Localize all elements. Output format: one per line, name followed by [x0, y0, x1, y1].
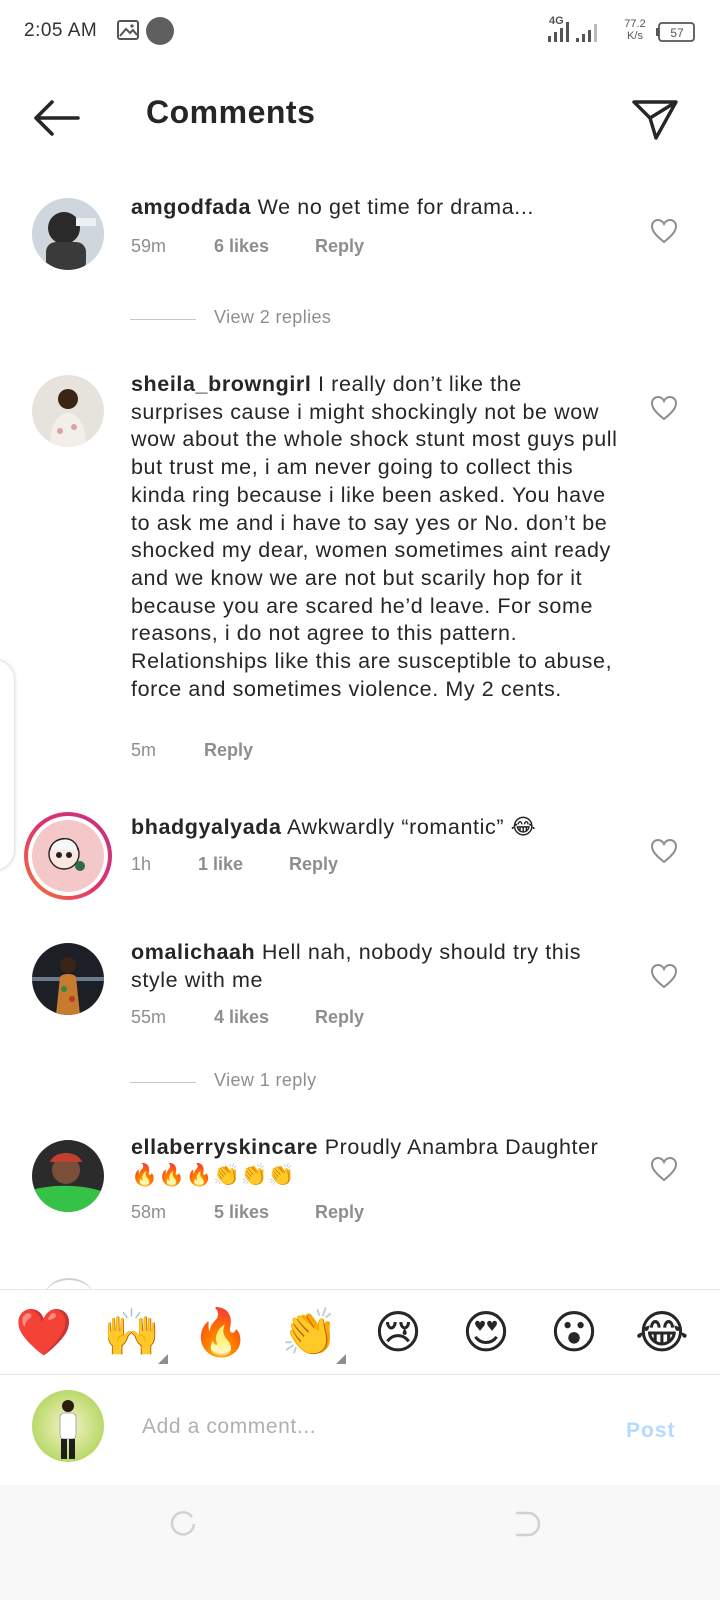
heart-icon[interactable] — [650, 218, 678, 244]
comment-meta: 1h 1 like Reply — [131, 854, 338, 875]
comment-meta: 59m 6 likes Reply — [131, 236, 364, 257]
comment-username[interactable]: sheila_browngirl — [131, 372, 311, 396]
avatar-photo — [32, 1390, 104, 1462]
emoji-clapping-hands-button[interactable]: 👏 — [280, 1302, 340, 1362]
system-nav-bar — [0, 1485, 720, 1600]
direct-send-icon[interactable] — [630, 96, 680, 142]
comment-content: I really don’t like the surprises cause … — [131, 372, 618, 701]
avatar-photo — [32, 198, 104, 270]
comment-username[interactable]: amgodfada — [131, 195, 251, 219]
comment-input[interactable] — [142, 1411, 602, 1443]
comment-username[interactable]: bhadgyalyada — [131, 815, 282, 839]
comment-text: amgodfada We no get time for drama... — [131, 194, 621, 222]
comment-meta: 58m 5 likes Reply — [131, 1202, 364, 1223]
comment-meta: 5m Reply — [131, 740, 253, 761]
comment-likes[interactable]: 1 like — [198, 854, 284, 875]
network-speed: 77.2 K/s — [620, 18, 650, 42]
comment-likes[interactable]: 4 likes — [214, 1007, 310, 1028]
emoji-reaction-bar: ❤️ 🙌 🔥 👏 😢 😍 😮 😂 — [0, 1289, 720, 1375]
reply-button[interactable]: Reply — [289, 854, 338, 875]
header: Comments — [0, 64, 720, 174]
avatar[interactable] — [32, 375, 104, 447]
status-time: 2:05 AM — [24, 20, 98, 41]
reply-button[interactable]: Reply — [315, 1007, 364, 1028]
comment-username[interactable]: ellaberryskincare — [131, 1135, 318, 1159]
comment-username[interactable]: omalichaah — [131, 940, 255, 964]
status-bar: 2:05 AM 4G 77.2 K/s 57 — [0, 0, 720, 64]
view-replies-label[interactable]: View 1 reply — [214, 1070, 317, 1091]
comment-time: 1h — [131, 854, 152, 874]
partial-comment-item — [0, 1274, 720, 1290]
comment-text: omalichaah Hell nah, nobody should try t… — [131, 939, 621, 994]
page-title: Comments — [146, 94, 316, 130]
emoji-surprised-face-button[interactable]: 😮 — [544, 1302, 604, 1362]
skin-tone-indicator-icon — [336, 1354, 346, 1364]
network-speed-unit: K/s — [627, 30, 643, 42]
signal-strength-icon — [548, 22, 597, 42]
avatar-photo — [32, 375, 104, 447]
comment-composer: Post — [0, 1375, 720, 1485]
heart-icon[interactable] — [650, 395, 678, 421]
view-replies-label[interactable]: View 2 replies — [214, 307, 331, 328]
emoji-heart-eyes-button[interactable]: 😍 — [456, 1302, 516, 1362]
post-button[interactable]: Post — [626, 1419, 676, 1443]
comment-text: ellaberryskincare Proudly Anambra Daught… — [131, 1134, 621, 1189]
back-nav-icon[interactable] — [510, 1509, 540, 1539]
comment-time: 55m — [131, 1007, 167, 1027]
comment-time: 58m — [131, 1202, 167, 1222]
avatar[interactable] — [32, 943, 104, 1015]
view-replies-divider — [130, 319, 196, 320]
back-arrow-icon[interactable] — [30, 94, 82, 142]
comment-text: bhadgyalyada Awkwardly “romantic” 😂 — [131, 814, 621, 842]
comment-time: 5m — [131, 740, 157, 760]
reply-button[interactable]: Reply — [204, 740, 253, 761]
heart-icon[interactable] — [650, 1156, 678, 1182]
notification-dot-icon — [146, 17, 174, 45]
heart-icon[interactable] — [650, 838, 678, 864]
edge-panel-handle[interactable] — [0, 660, 14, 870]
reply-button[interactable]: Reply — [315, 236, 364, 257]
comment-likes[interactable]: 5 likes — [214, 1202, 310, 1223]
emoji-raised-hands-button[interactable]: 🙌 — [102, 1302, 162, 1362]
avatar-photo — [32, 820, 104, 892]
emoji-tears-of-joy-button[interactable]: 😂 — [632, 1302, 692, 1362]
avatar[interactable] — [32, 198, 104, 270]
comment-likes[interactable]: 6 likes — [214, 236, 310, 257]
emoji-heart-button[interactable]: ❤️ — [14, 1302, 74, 1362]
view-replies-divider — [130, 1082, 196, 1083]
battery-icon: 57 — [656, 22, 695, 42]
view-replies[interactable]: View 1 reply — [130, 1070, 430, 1094]
emoji-fire-button[interactable]: 🔥 — [191, 1302, 251, 1362]
avatar[interactable] — [32, 820, 104, 892]
network-speed-value: 77.2 — [624, 18, 646, 30]
view-replies[interactable]: View 2 replies — [130, 307, 430, 331]
comment-content: We no get time for drama... — [257, 195, 534, 219]
home-nav-icon[interactable] — [168, 1509, 198, 1539]
avatar-photo — [32, 943, 104, 1015]
reply-button[interactable]: Reply — [315, 1202, 364, 1223]
battery-level: 57 — [670, 26, 684, 40]
comment-time: 59m — [131, 236, 167, 256]
comment-text: sheila_browngirl I really don’t like the… — [131, 371, 621, 703]
emoji-crying-face-button[interactable]: 😢 — [368, 1302, 428, 1362]
comment-content: Awkwardly “romantic” 😂 — [286, 815, 537, 839]
comment-meta: 55m 4 likes Reply — [131, 1007, 364, 1028]
avatar-photo — [32, 1140, 104, 1212]
heart-icon[interactable] — [650, 963, 678, 989]
avatar[interactable] — [32, 1140, 104, 1212]
current-user-avatar — [32, 1390, 104, 1462]
gallery-notification-icon — [117, 20, 139, 40]
skin-tone-indicator-icon — [158, 1354, 168, 1364]
